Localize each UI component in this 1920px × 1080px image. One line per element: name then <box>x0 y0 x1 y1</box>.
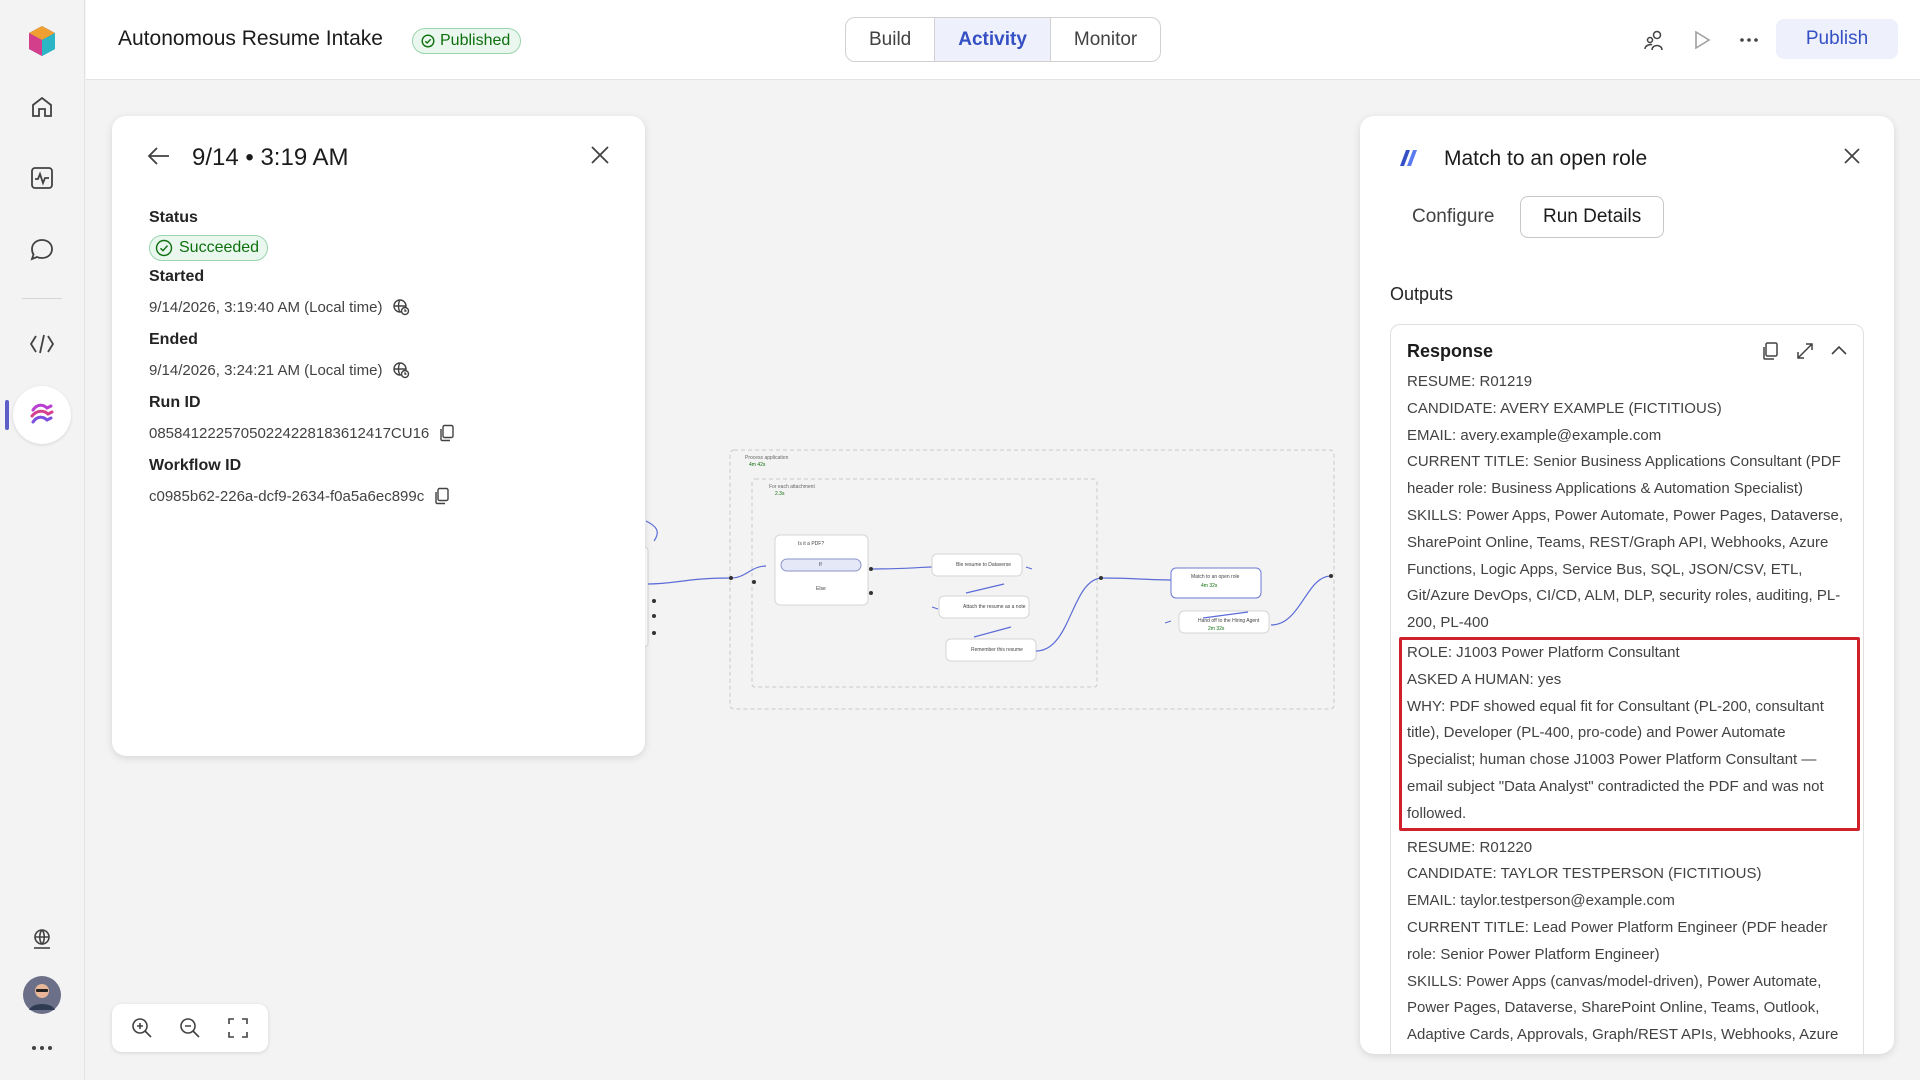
avatar[interactable] <box>21 974 63 1016</box>
fit-screen-icon[interactable] <box>227 1017 249 1039</box>
run-id-label: Run ID <box>149 394 201 411</box>
action-detail-panel: Match to an open role Configure Run Deta… <box>1360 116 1894 1054</box>
status-value: Succeeded <box>179 239 260 256</box>
globe-clock-icon[interactable] <box>392 361 410 379</box>
published-badge-label: Published <box>440 32 511 49</box>
active-indicator <box>5 400 9 430</box>
response-line: ROLE: J1003 Power Platform Consultant <box>1407 643 1680 661</box>
more-options-icon[interactable] <box>1735 26 1763 54</box>
started-label: Started <box>149 268 205 285</box>
flow-node-match-time: 4m 32s <box>1201 583 1218 589</box>
globe-clock-icon[interactable] <box>392 298 410 316</box>
app-title: Autonomous Resume Intake <box>118 27 383 50</box>
copy-icon[interactable] <box>434 487 450 505</box>
tab-build[interactable]: Build <box>846 18 936 61</box>
code-icon[interactable] <box>21 323 63 365</box>
response-line: RESUME: R01220 <box>1407 838 1533 856</box>
globe-icon[interactable] <box>21 918 63 960</box>
ended-value: 9/14/2026, 3:24:21 AM (Local time) <box>149 361 383 379</box>
response-line: CANDIDATE: TAYLOR TESTPERSON (FICTITIOUS… <box>1407 865 1762 883</box>
run-details-panel: 9/14 • 3:19 AM Status Succeeded Started … <box>112 116 645 756</box>
top-header: Autonomous Resume Intake Published Build… <box>86 0 1920 80</box>
highlighted-match-block: ROLE: J1003 Power Platform Consultant AS… <box>1399 636 1860 831</box>
zoom-out-icon[interactable] <box>179 1017 201 1039</box>
tab-configure[interactable]: Configure <box>1390 196 1516 238</box>
close-icon[interactable] <box>589 144 611 171</box>
flow-node-attach[interactable]: Attach the resume as a note <box>963 604 1026 610</box>
activity-icon[interactable] <box>21 157 63 199</box>
home-icon[interactable] <box>21 86 63 128</box>
tab-monitor[interactable]: Monitor <box>1051 18 1160 61</box>
status-label: Status <box>149 209 198 226</box>
workflow-id-row: c0985b62-226a-dcf9-2634-f0a5a6ec899c <box>149 487 450 505</box>
started-row: 9/14/2026, 3:19:40 AM (Local time) <box>149 298 410 316</box>
check-circle-icon <box>421 34 435 48</box>
view-tabs: Build Activity Monitor <box>845 17 1162 62</box>
copy-icon[interactable] <box>1761 341 1781 361</box>
check-circle-icon <box>155 239 173 257</box>
response-line: CURRENT TITLE: Lead Power Platform Engin… <box>1407 918 1828 963</box>
flow-node-handoff[interactable]: Hand off to the Hiring Agent <box>1198 618 1259 624</box>
workflow-id-value: c0985b62-226a-dcf9-2634-f0a5a6ec899c <box>149 487 425 505</box>
flow-cond-false: Else <box>816 586 826 592</box>
started-value: 9/14/2026, 3:19:40 AM (Local time) <box>149 298 383 316</box>
close-icon[interactable] <box>1842 146 1862 171</box>
response-body: RESUME: R01219 CANDIDATE: AVERY EXAMPLE … <box>1399 369 1860 1054</box>
agent-icon <box>1396 146 1420 175</box>
run-id-row: 08584122257050224228183612417CU16 <box>149 424 455 442</box>
response-title: Response <box>1407 341 1494 361</box>
run-title: 9/14 • 3:19 AM <box>192 144 349 171</box>
response-line: EMAIL: avery.example@example.com <box>1407 426 1662 444</box>
response-line: CANDIDATE: AVERY EXAMPLE (FICTITIOUS) <box>1407 399 1722 417</box>
response-line: ASKED A HUMAN: yes <box>1407 670 1562 688</box>
publish-button[interactable]: Publish <box>1776 19 1898 59</box>
more-icon[interactable] <box>21 1027 63 1069</box>
share-users-icon[interactable] <box>1641 26 1669 54</box>
app-logo-icon[interactable] <box>21 20 63 62</box>
response-line: SKILLS: Power Apps (canvas/model-driven)… <box>1407 972 1839 1054</box>
action-title: Match to an open role <box>1444 147 1648 170</box>
left-rail <box>0 0 85 1080</box>
response-card: Response RESUME: R01219 CANDIDATE: AVERY… <box>1390 324 1864 1054</box>
ended-label: Ended <box>149 331 198 348</box>
copy-icon[interactable] <box>439 424 455 442</box>
ended-row: 9/14/2026, 3:24:21 AM (Local time) <box>149 361 410 379</box>
response-line: EMAIL: taylor.testperson@example.com <box>1407 892 1675 910</box>
play-icon[interactable] <box>1688 26 1716 54</box>
back-arrow-icon[interactable] <box>146 144 172 173</box>
tab-activity[interactable]: Activity <box>935 18 1051 61</box>
response-line: RESUME: R01219 <box>1407 373 1533 390</box>
published-badge: Published <box>412 28 522 54</box>
flows-icon[interactable] <box>13 386 71 444</box>
zoom-controls <box>112 1004 268 1052</box>
flow-node-handoff-time: 2m 32s <box>1208 626 1225 632</box>
flow-cond-true: If <box>819 562 822 568</box>
workflow-id-label: Workflow ID <box>149 457 242 474</box>
flow-node-remember[interactable]: Remember this resume <box>971 647 1023 653</box>
zoom-in-icon[interactable] <box>131 1017 153 1039</box>
response-line: CURRENT TITLE: Senior Business Applicati… <box>1407 453 1841 498</box>
flow-cond-label: Is it a PDF? <box>798 541 825 547</box>
expand-icon[interactable] <box>1795 341 1815 361</box>
flow-loop-label: For each attachment <box>769 484 815 490</box>
flow-node-match[interactable]: Match to an open role <box>1191 574 1239 580</box>
response-actions <box>1761 341 1849 361</box>
response-line: WHY: PDF showed equal fit for Consultant… <box>1407 697 1824 822</box>
chat-icon[interactable] <box>21 229 63 271</box>
tab-run-details[interactable]: Run Details <box>1520 196 1665 238</box>
run-id-value: 08584122257050224228183612417CU16 <box>149 424 430 442</box>
flow-node-upload[interactable]: Ble resume to Dataverse <box>956 562 1011 568</box>
response-line: SKILLS: Power Apps, Power Automate, Powe… <box>1407 506 1844 632</box>
status-badge: Succeeded <box>149 235 269 261</box>
flow-loop-time: 2.3s <box>775 491 785 497</box>
chevron-up-icon[interactable] <box>1829 341 1849 361</box>
flow-scope-label: Process application <box>745 455 789 461</box>
outputs-heading: Outputs <box>1390 284 1454 304</box>
flow-scope-time: 4m 42s <box>749 462 766 468</box>
